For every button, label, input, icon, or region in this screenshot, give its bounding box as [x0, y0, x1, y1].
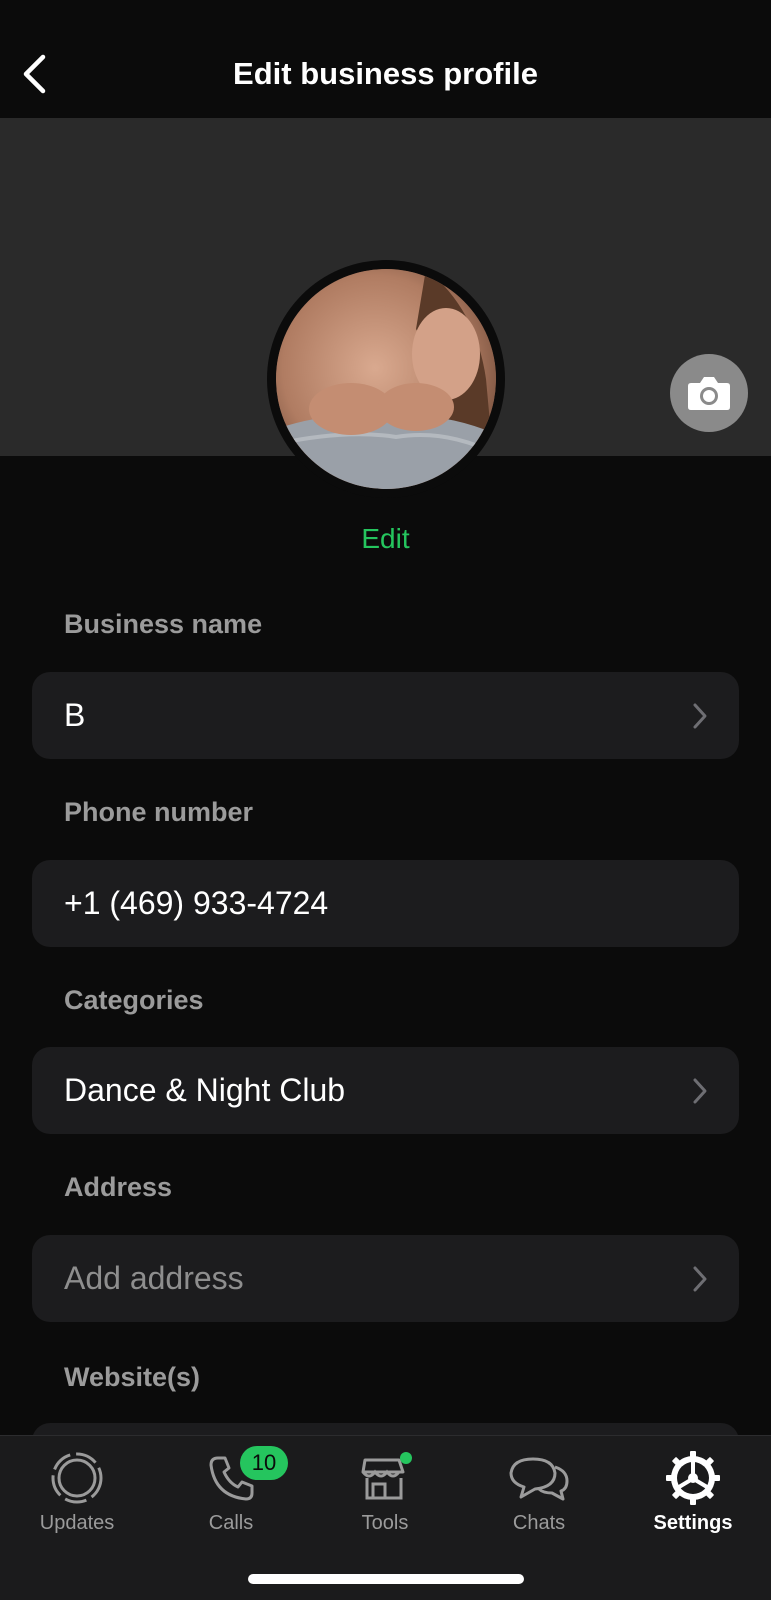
website-label: Website(s) — [64, 1362, 201, 1392]
phone-number-field[interactable]: +1 (469) 933-4724 — [32, 860, 739, 947]
business-name-value: B — [64, 697, 86, 733]
tab-settings[interactable]: Settings — [616, 1448, 770, 1548]
nav-header: Edit business profile — [0, 0, 771, 118]
tab-chats[interactable]: Chats — [462, 1448, 616, 1548]
updates-icon — [51, 1452, 103, 1504]
tab-updates[interactable]: Updates — [0, 1448, 154, 1548]
business-name-label: Business name — [64, 609, 263, 639]
categories-label: Categories — [64, 985, 204, 1015]
profile-photo — [276, 269, 496, 489]
calls-badge: 10 — [240, 1446, 288, 1480]
tools-notification-dot — [400, 1452, 412, 1464]
chevron-right-icon — [693, 1078, 707, 1103]
camera-icon — [688, 377, 730, 410]
tab-tools[interactable]: Tools — [308, 1448, 462, 1548]
gear-icon — [666, 1451, 720, 1505]
categories-value: Dance & Night Club — [64, 1072, 346, 1108]
address-placeholder: Add address — [64, 1260, 244, 1296]
tab-tools-label: Tools — [361, 1512, 409, 1534]
categories-field[interactable]: Dance & Night Club — [32, 1047, 739, 1134]
phone-number-label: Phone number — [64, 797, 254, 827]
page-title: Edit business profile — [233, 56, 538, 91]
chevron-right-icon — [693, 1266, 707, 1291]
tab-settings-label: Settings — [653, 1512, 733, 1534]
change-cover-button[interactable] — [670, 354, 748, 432]
tab-calls-label: Calls — [208, 1512, 254, 1534]
avatar[interactable] — [267, 260, 505, 498]
phone-number-value: +1 (469) 933-4724 — [64, 885, 329, 921]
business-name-field[interactable]: B — [32, 672, 739, 759]
chevron-right-icon — [693, 703, 707, 728]
tab-calls[interactable]: 10 Calls — [154, 1446, 308, 1548]
address-field[interactable]: Add address — [32, 1235, 739, 1322]
home-indicator[interactable] — [248, 1574, 524, 1584]
address-label: Address — [64, 1172, 173, 1202]
edit-photo-link[interactable]: Edit — [0, 523, 771, 555]
tab-chats-label: Chats — [512, 1512, 566, 1534]
chat-bubbles-icon — [509, 1457, 569, 1501]
tab-updates-label: Updates — [39, 1512, 115, 1534]
